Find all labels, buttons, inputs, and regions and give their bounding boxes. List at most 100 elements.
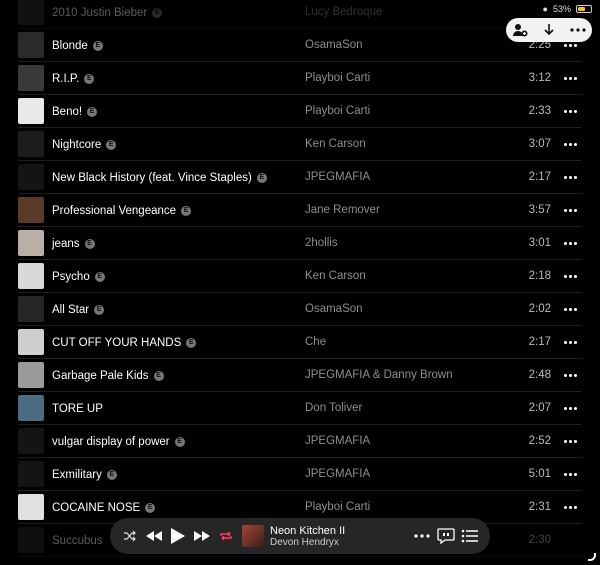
now-playing-artist: Devon Hendryx [270,536,339,548]
track-row[interactable]: R.I.P. E Playboi Carti 3:12 [18,62,582,95]
now-playing-info[interactable]: Neon Kitchen II Devon Hendryx [270,525,390,548]
track-duration: 2:18 [528,270,551,282]
track-artist[interactable]: JPEGMAFIA [305,435,370,447]
more-icon[interactable] [561,400,579,416]
track-row[interactable]: New Black History (feat. Vince Staples) E… [18,161,582,194]
track-duration: 3:57 [528,204,551,216]
track-duration: 2:52 [528,435,551,447]
more-icon[interactable] [561,301,579,317]
track-row[interactable]: CUT OFF YOUR HANDS E Che 2:17 [18,326,582,359]
more-icon[interactable] [561,268,579,284]
explicit-icon: E [152,7,163,18]
track-duration: 2:33 [528,105,551,117]
more-icon[interactable] [561,202,579,218]
track-row[interactable]: Blonde E OsamaSon 2:25 [18,29,582,62]
album-artwork [18,428,44,454]
album-artwork [18,98,44,124]
track-title-wrap: Psycho E [52,260,105,293]
mini-player: Neon Kitchen II Devon Hendryx [110,518,490,554]
album-artwork [18,296,44,322]
track-title: CUT OFF YOUR HANDS [52,336,182,349]
now-playing-artwork[interactable] [242,525,264,547]
more-icon[interactable] [410,524,434,548]
track-artist[interactable]: Jane Remover [305,204,380,216]
track-row[interactable]: Professional Vengeance E Jane Remover 3:57 [18,194,582,227]
more-icon[interactable] [561,169,579,185]
track-title: TORE UP [52,402,103,415]
album-artwork [18,32,44,58]
track-title-wrap: Nightcore E [52,128,117,161]
more-icon[interactable] [561,433,579,449]
album-artwork [18,263,44,289]
more-icon[interactable] [568,20,588,40]
track-artist[interactable]: Playboi Carti [305,501,370,513]
explicit-icon: E [256,172,267,183]
track-artist[interactable]: JPEGMAFIA & Danny Brown [305,369,453,381]
track-artist[interactable]: Ken Carson [305,138,366,150]
track-row[interactable]: jeans E 2hollis 3:01 [18,227,582,260]
track-artist[interactable]: OsamaSon [305,303,363,315]
track-row[interactable]: Garbage Pale Kids E JPEGMAFIA & Danny Brow… [18,359,582,392]
track-row[interactable]: Exmilitary E JPEGMAFIA 5:01 [18,458,582,491]
track-duration: 2:17 [528,171,551,183]
repeat-icon[interactable] [214,524,238,548]
track-artist[interactable]: Che [305,336,326,348]
download-icon[interactable] [539,20,559,40]
more-icon[interactable] [561,103,579,119]
track-duration: 2:02 [528,303,551,315]
track-artist[interactable]: JPEGMAFIA [305,171,370,183]
track-row[interactable]: All Star E OsamaSon 2:02 [18,293,582,326]
track-title: Blonde [52,39,88,52]
track-title: Succubus [52,534,103,547]
explicit-icon: E [106,139,117,150]
explicit-icon: E [94,304,105,315]
track-artist[interactable]: OsamaSon [305,39,363,51]
more-icon[interactable] [561,235,579,251]
explicit-icon: E [106,469,117,480]
battery-icon [576,5,592,13]
track-artist[interactable]: Don Toliver [305,402,362,414]
track-duration: 2:17 [528,336,551,348]
add-person-icon[interactable] [510,20,530,40]
track-row[interactable]: TORE UP Don Toliver 2:07 [18,392,582,425]
track-title-wrap: Garbage Pale Kids E [52,359,164,392]
album-artwork [18,230,44,256]
track-artist[interactable]: Playboi Carti [305,105,370,117]
track-artist[interactable]: 2hollis [305,237,338,249]
track-artist[interactable]: Lucy Bedroque [305,6,382,18]
more-icon[interactable] [561,136,579,152]
more-icon[interactable] [561,70,579,86]
track-row[interactable]: Psycho E Ken Carson 2:18 [18,260,582,293]
more-icon[interactable] [561,466,579,482]
track-title: Garbage Pale Kids [52,369,149,382]
track-title-wrap: Succubus [52,524,103,557]
album-artwork [18,362,44,388]
queue-icon[interactable] [458,524,482,548]
next-icon[interactable] [190,524,214,548]
track-title: Exmilitary [52,468,102,481]
more-icon[interactable] [561,367,579,383]
track-row[interactable]: Beno! E Playboi Carti 2:33 [18,95,582,128]
lyrics-icon[interactable] [434,524,458,548]
explicit-icon: E [174,436,185,447]
track-title-wrap: Blonde E [52,29,103,62]
track-row[interactable]: Nightcore E Ken Carson 3:07 [18,128,582,161]
more-icon[interactable] [561,334,579,350]
album-artwork [18,527,44,553]
track-artist[interactable]: Ken Carson [305,270,366,282]
more-icon[interactable] [561,499,579,515]
track-artist[interactable]: Playboi Carti [305,72,370,84]
track-row[interactable]: vulgar display of power E JPEGMAFIA 2:52 [18,425,582,458]
previous-icon[interactable] [142,524,166,548]
track-duration: 3:07 [528,138,551,150]
track-title-wrap: TORE UP [52,392,103,425]
play-icon[interactable] [166,524,190,548]
explicit-icon: E [94,271,105,282]
album-artwork [18,197,44,223]
track-title: Nightcore [52,138,102,151]
shuffle-icon[interactable] [118,524,142,548]
top-actions-pill [506,18,592,42]
explicit-icon: E [181,205,192,216]
track-artist[interactable]: JPEGMAFIA [305,468,370,480]
track-row[interactable]: 2010 Justin Bieber E Lucy Bedroque [18,0,582,29]
